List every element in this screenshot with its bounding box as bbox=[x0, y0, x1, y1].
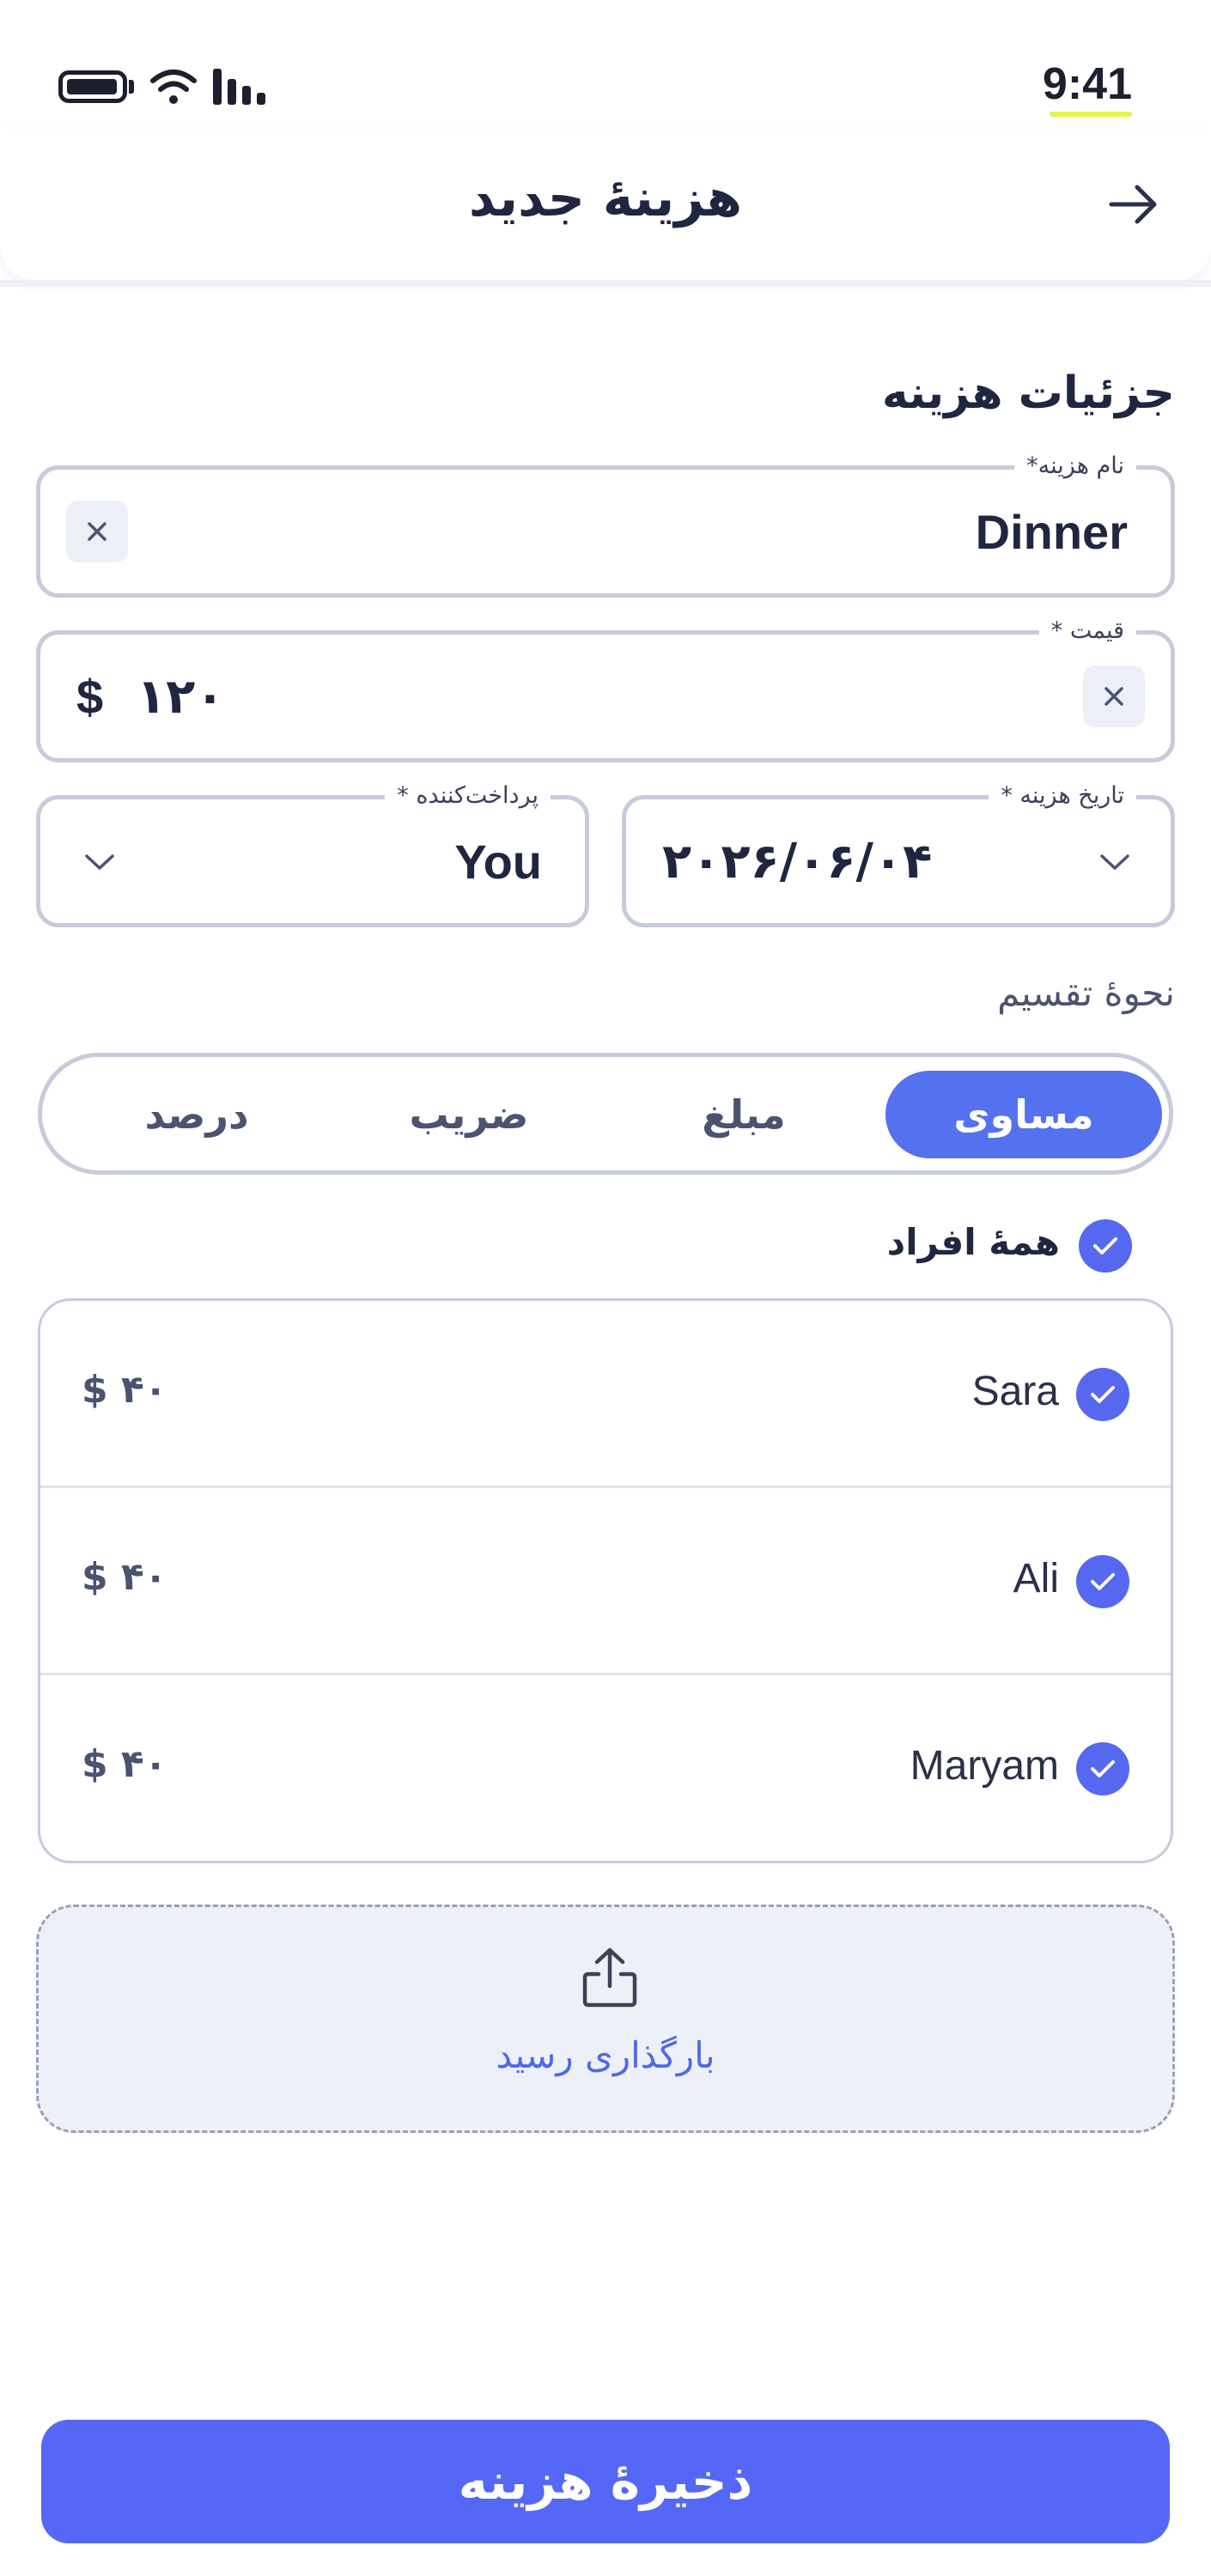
member-amount: $ ۴۰ bbox=[82, 1742, 167, 1786]
battery-nub bbox=[129, 80, 134, 94]
payer-label: پرداخت‌کننده * bbox=[385, 779, 551, 813]
expense-date-field[interactable]: تاریخ هزینه * ۲۰۲۶/۰۶/۰۴ bbox=[622, 779, 1175, 927]
save-expense-button[interactable]: ذخیرهٔ هزینه bbox=[41, 2420, 1170, 2543]
battery-icon bbox=[58, 70, 127, 103]
payer-field[interactable]: پرداخت‌کننده * You bbox=[36, 779, 589, 927]
price-value: ۱۲۰ bbox=[137, 669, 225, 725]
page-title: هزینهٔ جدید bbox=[468, 168, 743, 228]
chevron-down-icon[interactable] bbox=[83, 849, 116, 875]
split-method-label: نحوهٔ تقسیم bbox=[997, 972, 1175, 1014]
member-checkbox[interactable] bbox=[1076, 1742, 1129, 1795]
close-icon bbox=[1105, 687, 1123, 706]
wifi-icon bbox=[150, 70, 197, 104]
all-members-label: همهٔ افراد bbox=[886, 1221, 1060, 1263]
member-checkbox[interactable] bbox=[1076, 1368, 1129, 1421]
expense-date-label: تاریخ هزینه * bbox=[989, 779, 1136, 813]
chevron-down-icon[interactable] bbox=[1098, 849, 1131, 875]
expense-name-value: Dinner bbox=[975, 505, 1128, 559]
section-title: جزئیات هزینه bbox=[881, 368, 1175, 419]
split-option-percent[interactable]: درصد bbox=[68, 1071, 326, 1158]
payer-value: You bbox=[454, 835, 542, 889]
price-currency: $ bbox=[76, 670, 104, 724]
expense-name-field[interactable]: نام هزینه* Dinner bbox=[36, 449, 1175, 598]
header-separator bbox=[0, 280, 1211, 287]
member-amount: $ ۴۰ bbox=[82, 1368, 167, 1412]
clear-price-button[interactable] bbox=[1083, 665, 1145, 727]
price-field[interactable]: قیمت * $ ۱۲۰ bbox=[36, 614, 1175, 762]
check-icon bbox=[1091, 1760, 1115, 1777]
split-option-shares[interactable]: ضریب bbox=[336, 1071, 602, 1158]
member-checkbox[interactable] bbox=[1076, 1555, 1129, 1608]
split-method-selector: مساوی مبلغ ضریب درصد bbox=[38, 1053, 1173, 1175]
members-list: Sara $ ۴۰ Ali $ ۴۰ Maryam $ ۴۰ bbox=[38, 1298, 1173, 1863]
price-label: قیمت * bbox=[1038, 614, 1136, 648]
time-underline bbox=[1050, 112, 1132, 117]
clear-name-button[interactable] bbox=[66, 501, 128, 562]
upload-receipt-area[interactable]: بارگذاری رسید bbox=[36, 1905, 1175, 2133]
upload-icon bbox=[582, 1947, 637, 2008]
member-row[interactable]: Sara $ ۴۰ bbox=[40, 1301, 1171, 1488]
check-icon bbox=[1091, 1386, 1115, 1403]
check-icon bbox=[1091, 1573, 1115, 1590]
arrow-right-icon bbox=[1109, 185, 1157, 224]
member-amount: $ ۴۰ bbox=[82, 1555, 167, 1599]
signal-icon bbox=[213, 69, 265, 105]
split-option-equal[interactable]: مساوی bbox=[885, 1071, 1162, 1158]
expense-name-label: نام هزینه* bbox=[1014, 449, 1136, 483]
member-row[interactable]: Ali $ ۴۰ bbox=[40, 1488, 1171, 1675]
close-icon bbox=[88, 522, 106, 541]
back-button[interactable] bbox=[1099, 177, 1168, 232]
split-option-amount[interactable]: مبلغ bbox=[611, 1071, 877, 1158]
expense-date-value: ۲۰۲۶/۰۶/۰۴ bbox=[662, 834, 933, 890]
member-row[interactable]: Maryam $ ۴۰ bbox=[40, 1675, 1171, 1861]
member-name: Sara bbox=[971, 1369, 1059, 1414]
check-icon bbox=[1093, 1237, 1117, 1255]
all-members-checkbox[interactable] bbox=[1079, 1219, 1132, 1273]
member-name: Maryam bbox=[910, 1743, 1059, 1789]
upload-receipt-label: بارگذاری رسید bbox=[496, 2034, 715, 2076]
status-time: 9:41 bbox=[1042, 59, 1132, 109]
member-name: Ali bbox=[1013, 1556, 1059, 1601]
